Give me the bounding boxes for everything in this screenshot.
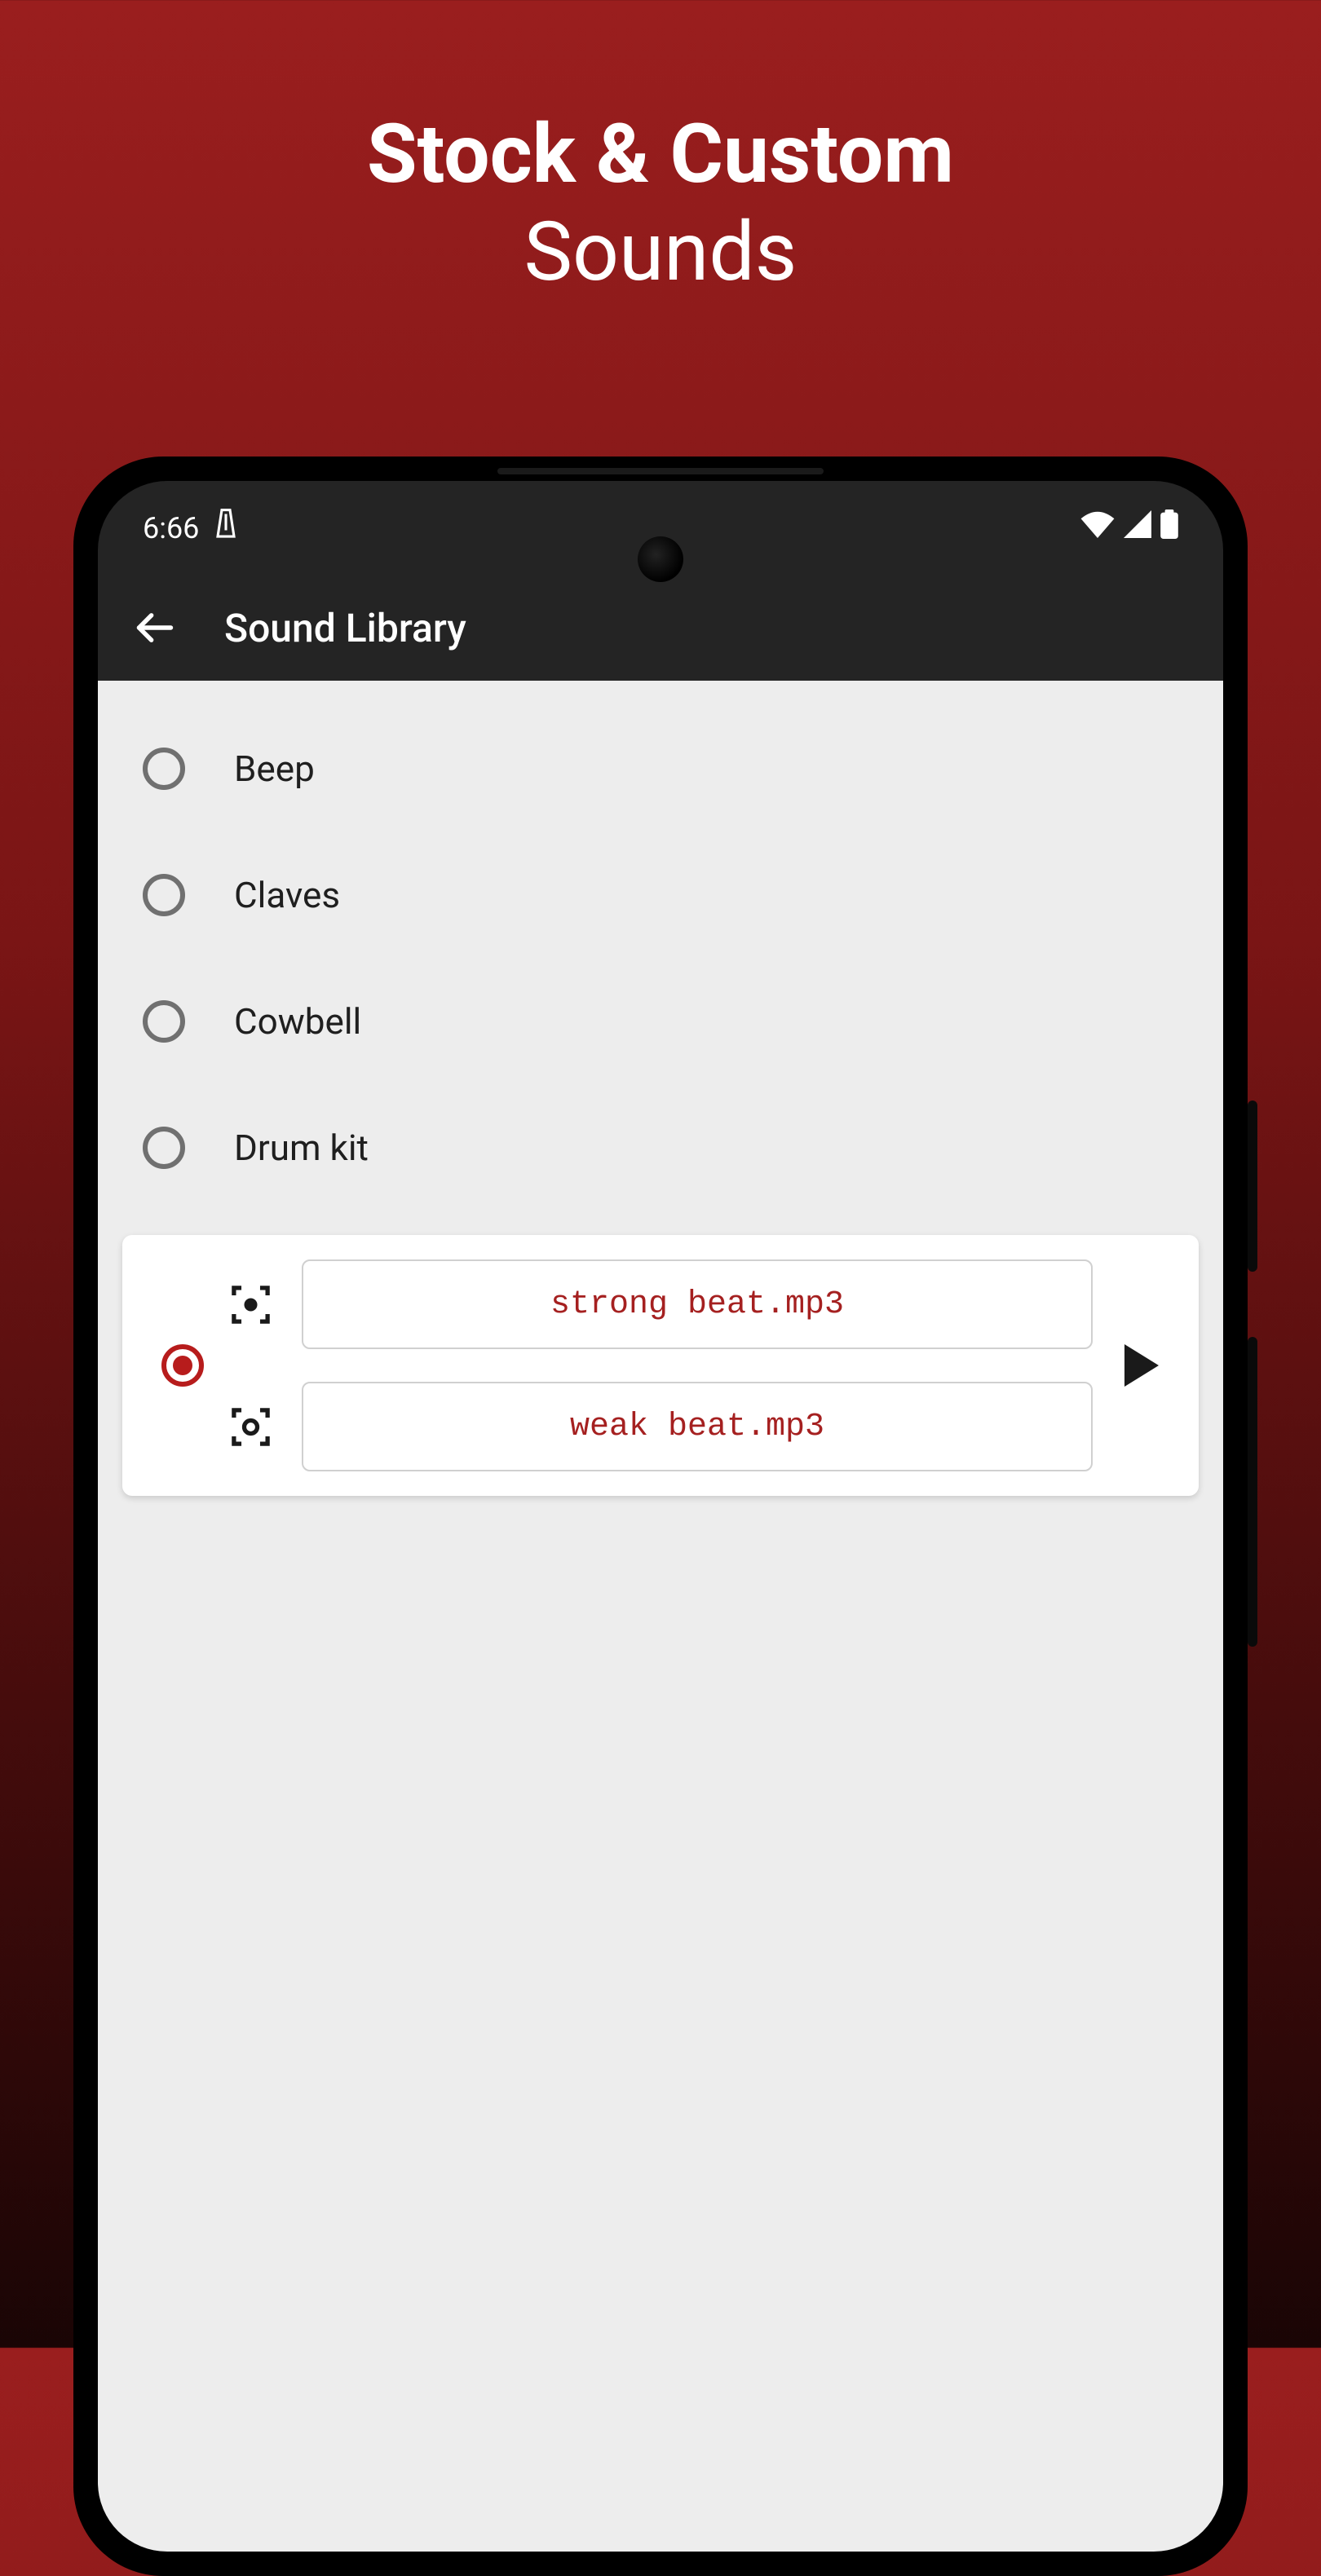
- status-time: 6:66: [143, 511, 199, 545]
- play-button[interactable]: [1117, 1344, 1166, 1387]
- custom-file-row-weak: weak beat.mp3: [228, 1382, 1093, 1471]
- phone-camera: [638, 536, 683, 582]
- phone-side-button-2: [1248, 1337, 1257, 1647]
- sound-label: Drum kit: [234, 1127, 369, 1169]
- radio-unselected-icon: [143, 1127, 185, 1169]
- sound-label: Cowbell: [234, 1000, 361, 1043]
- radio-unselected-icon: [143, 748, 185, 790]
- custom-file-row-strong: strong beat.mp3: [228, 1259, 1093, 1349]
- sound-option-drum-kit[interactable]: Drum kit: [98, 1084, 1223, 1211]
- center-focus-strong-icon: [228, 1282, 273, 1327]
- sound-label: Beep: [234, 748, 315, 790]
- play-icon: [1124, 1344, 1159, 1387]
- sound-option-claves[interactable]: Claves: [98, 831, 1223, 958]
- promo-line-2: Sounds: [524, 205, 797, 300]
- phone-frame: 6:66: [73, 457, 1248, 2576]
- battery-icon: [1160, 509, 1178, 546]
- sound-label: Claves: [234, 874, 340, 916]
- custom-sound-card[interactable]: strong beat.mp3 weak beat.mp3: [122, 1235, 1199, 1496]
- phone-side-button-1: [1248, 1101, 1257, 1272]
- radio-unselected-icon: [143, 1000, 185, 1043]
- page-title: Sound Library: [224, 605, 466, 651]
- phone-speaker: [497, 468, 824, 474]
- promo-line-1: Stock & Custom: [367, 107, 954, 202]
- center-focus-weak-icon: [228, 1405, 273, 1449]
- sound-option-beep[interactable]: Beep: [98, 705, 1223, 831]
- file-chip-strong-beat[interactable]: strong beat.mp3: [302, 1259, 1093, 1349]
- app-bar: Sound Library: [98, 575, 1223, 681]
- custom-files-list: strong beat.mp3 weak beat.mp3: [228, 1259, 1093, 1471]
- wifi-icon: [1080, 510, 1115, 545]
- metronome-icon: [214, 508, 238, 548]
- promo-title: Stock & Custom Sounds: [0, 0, 1321, 302]
- arrow-left-icon: [134, 607, 176, 649]
- file-chip-weak-beat[interactable]: weak beat.mp3: [302, 1382, 1093, 1471]
- sound-option-cowbell[interactable]: Cowbell: [98, 958, 1223, 1084]
- radio-selected-icon: [161, 1344, 204, 1387]
- back-button[interactable]: [130, 603, 179, 652]
- radio-unselected-icon: [143, 874, 185, 916]
- signal-icon: [1123, 510, 1152, 545]
- phone-screen: 6:66: [98, 481, 1223, 2552]
- content-area: Beep Claves Cowbell Drum kit: [98, 681, 1223, 2552]
